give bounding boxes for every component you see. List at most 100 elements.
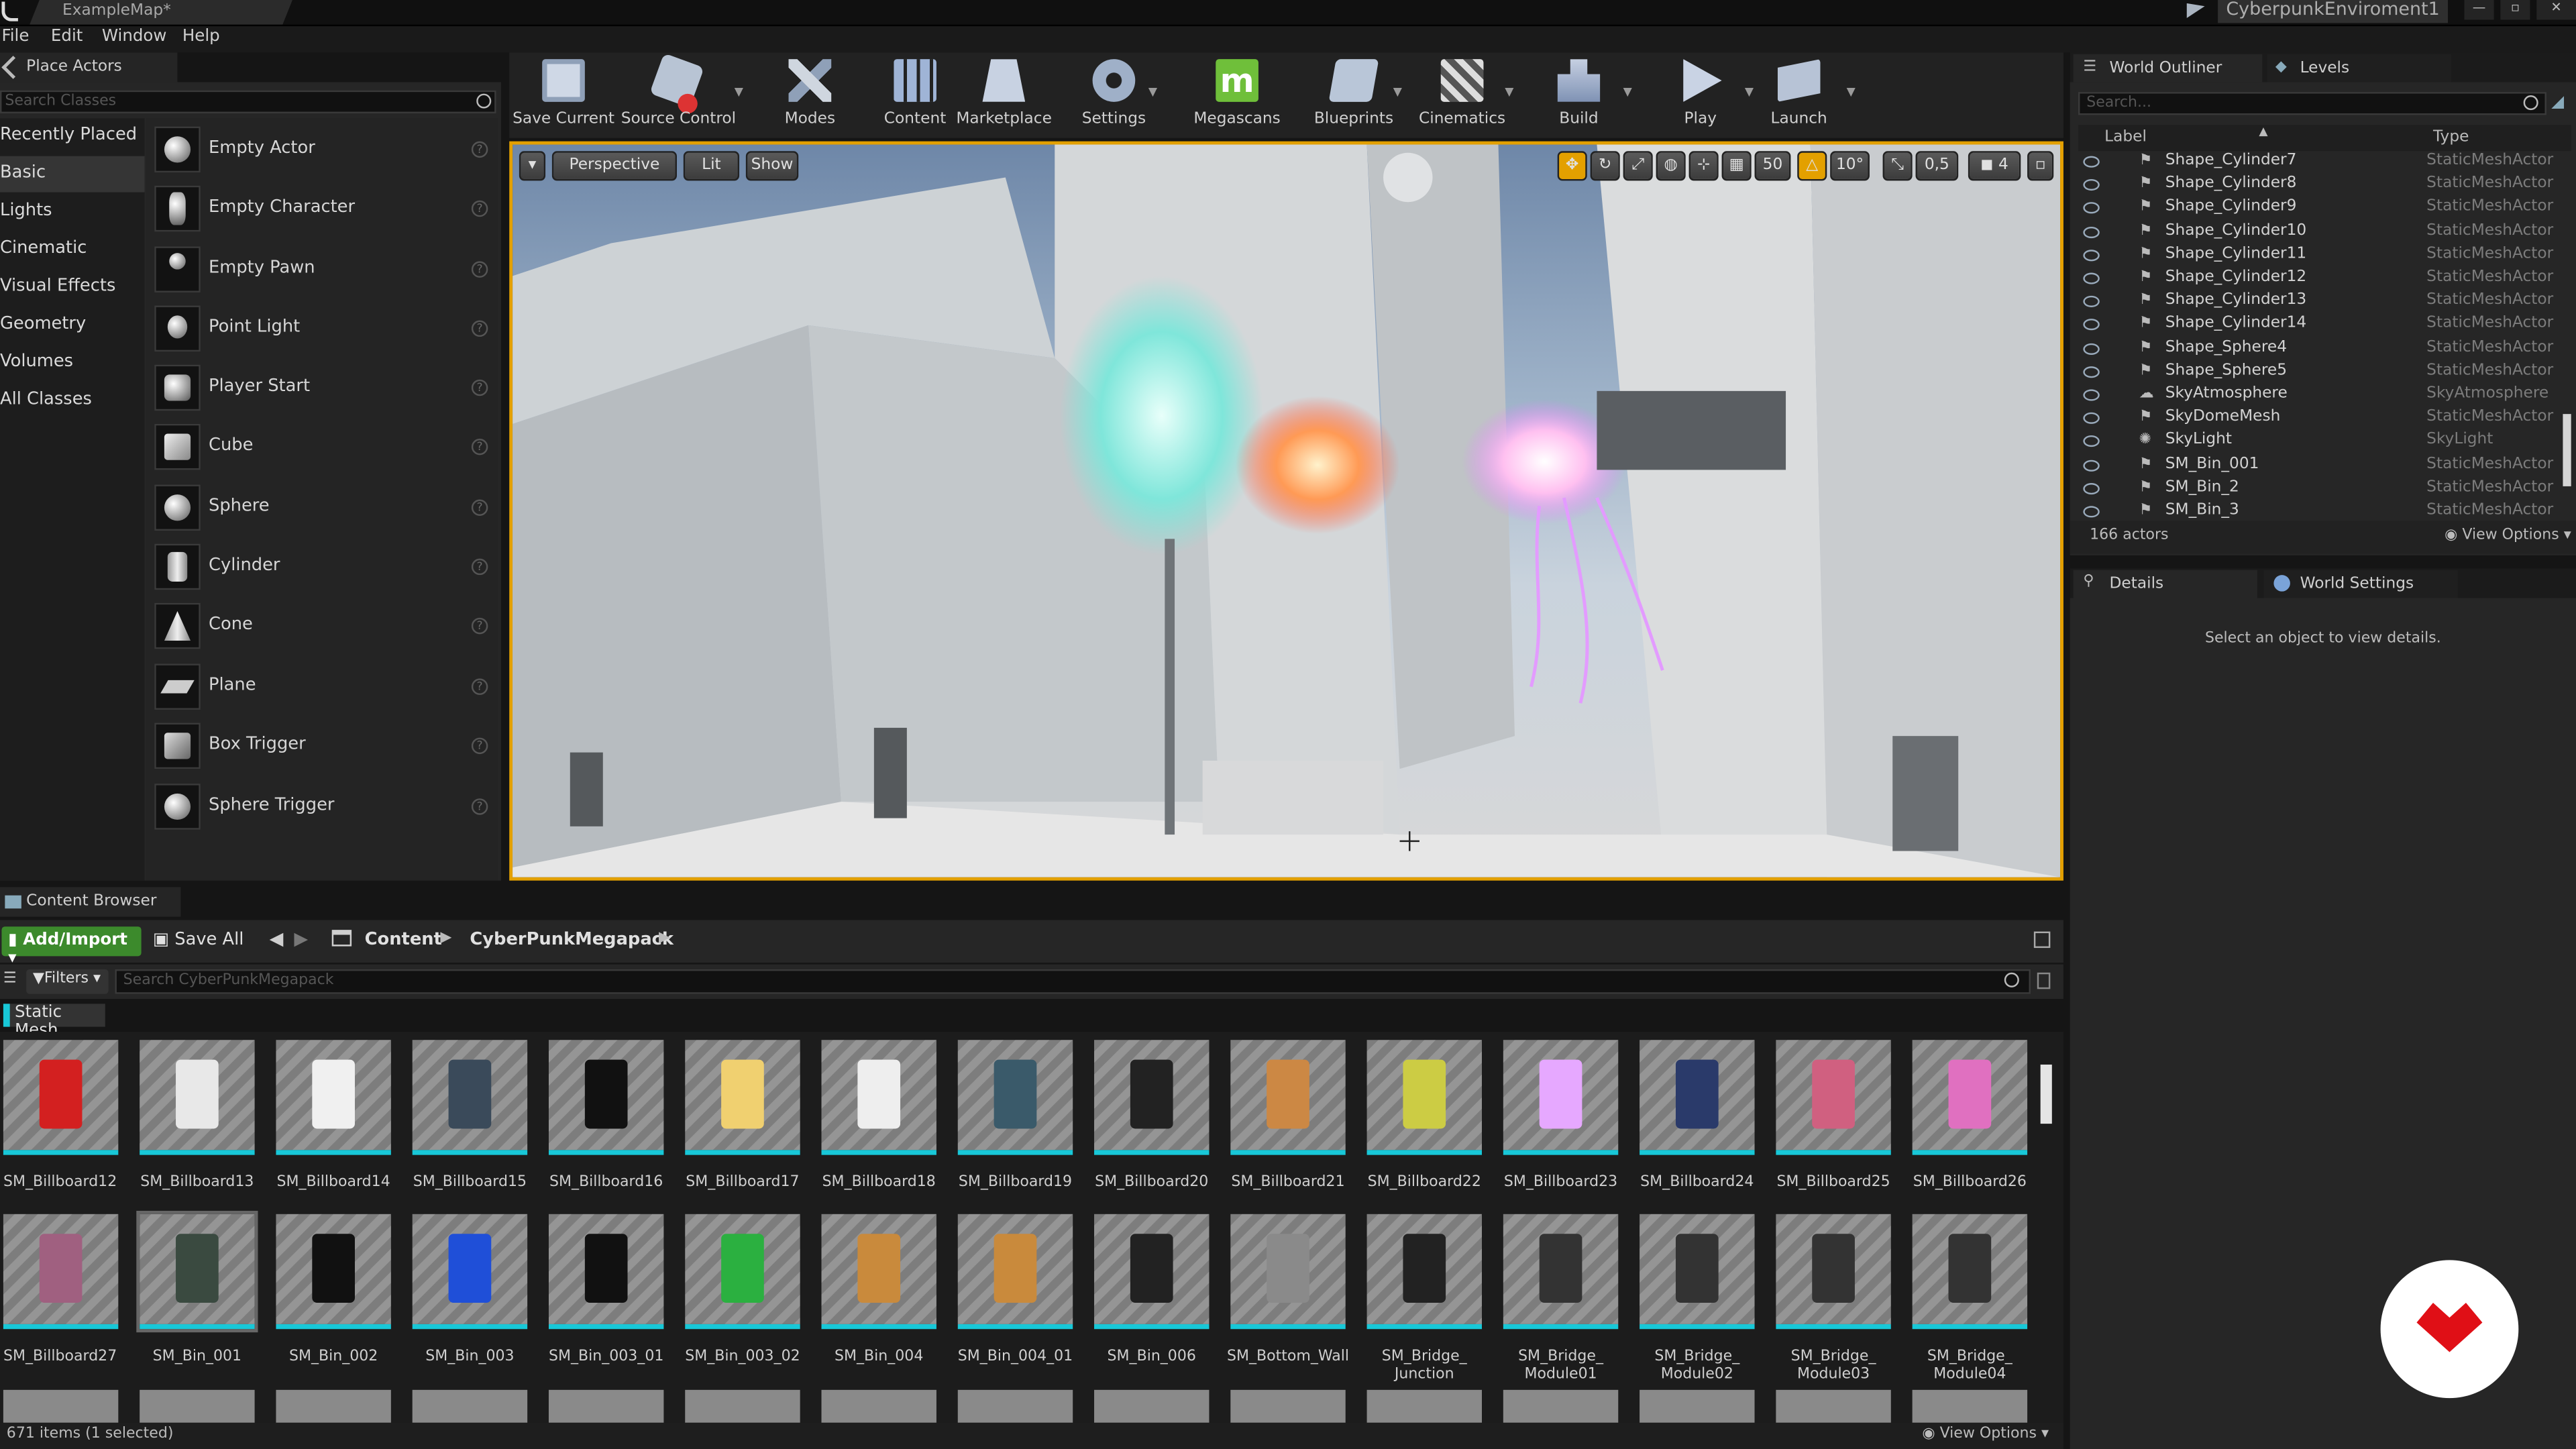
actor-item[interactable]: Empty Character? — [146, 180, 498, 236]
asset-thumbnail[interactable] — [1640, 1040, 1755, 1155]
asset-thumbnail[interactable] — [2, 1389, 118, 1423]
asset-thumbnail[interactable] — [412, 1214, 528, 1330]
visibility-eye-icon[interactable] — [2083, 413, 2100, 425]
outliner-row[interactable]: ⚑ SM_Bin_001 StaticMeshActor — [2078, 454, 2555, 478]
asset-thumbnail[interactable] — [1912, 1040, 2028, 1155]
help-icon[interactable]: ? — [471, 320, 488, 337]
category-cinematic[interactable]: Cinematic — [0, 231, 145, 268]
actor-item[interactable]: Empty Actor? — [146, 121, 498, 177]
marketplace-button[interactable]: Marketplace — [956, 56, 1052, 131]
asset-thumbnail[interactable] — [1230, 1389, 1346, 1423]
outliner-scrollbar[interactable] — [2563, 414, 2571, 486]
play-button[interactable]: Play — [1666, 56, 1735, 131]
asset-thumbnail[interactable] — [1366, 1214, 1482, 1330]
help-icon[interactable]: ? — [471, 737, 488, 755]
actor-item[interactable]: Player Start? — [146, 360, 498, 415]
category-volumes[interactable]: Volumes — [0, 345, 145, 381]
outliner-row[interactable]: ⚑ Shape_Sphere4 StaticMeshActor — [2078, 337, 2555, 361]
visibility-eye-icon[interactable] — [2083, 319, 2100, 331]
menu-edit[interactable]: Edit — [51, 28, 83, 46]
modes-button[interactable]: Modes — [769, 56, 851, 131]
visibility-eye-icon[interactable] — [2083, 342, 2100, 354]
visibility-eye-icon[interactable] — [2083, 272, 2100, 284]
help-icon[interactable]: ? — [471, 200, 488, 217]
outliner-row[interactable]: ⚑ Shape_Cylinder10 StaticMeshActor — [2078, 221, 2555, 245]
asset-thumbnail[interactable] — [140, 1040, 255, 1155]
actor-item[interactable]: Cube? — [146, 419, 498, 474]
category-basic[interactable]: Basic — [0, 156, 145, 193]
asset-thumbnail[interactable] — [1230, 1040, 1346, 1155]
map-tab[interactable]: ExampleMap* — [30, 0, 292, 25]
content-browser-tab[interactable]: Content Browser — [0, 887, 181, 917]
translate-icon[interactable]: ✥ — [1557, 151, 1587, 181]
tab-details[interactable]: ⚲ Details — [2073, 570, 2257, 598]
outliner-row[interactable]: ⚑ Shape_Cylinder13 StaticMeshActor — [2078, 291, 2555, 315]
asset-thumbnail[interactable] — [1776, 1389, 1891, 1423]
asset-thumbnail[interactable] — [412, 1040, 528, 1155]
asset-thumbnail[interactable] — [276, 1389, 391, 1423]
asset-thumbnail[interactable] — [2, 1040, 118, 1155]
chevron-down-icon[interactable]: ▼ — [735, 85, 743, 99]
cinematics-button[interactable]: Cinematics — [1416, 56, 1508, 131]
tab-world-settings[interactable]: World Settings — [2263, 570, 2458, 598]
asset-thumbnail[interactable] — [957, 1389, 1073, 1423]
scale-icon[interactable]: ⤢ — [1623, 151, 1653, 181]
blueprints-button[interactable]: Blueprints — [1311, 56, 1396, 131]
visibility-eye-icon[interactable] — [2083, 482, 2100, 494]
label-column-header[interactable]: Label — [2104, 128, 2147, 146]
settings-button[interactable]: Settings — [1075, 56, 1154, 131]
visibility-eye-icon[interactable] — [2083, 366, 2100, 378]
outliner-row[interactable]: ⚑ Shape_Sphere5 StaticMeshActor — [2078, 361, 2555, 384]
outliner-view-options[interactable]: ◉ View Options ▾ — [2445, 527, 2571, 543]
actor-item[interactable]: Empty Pawn? — [146, 241, 498, 297]
tab-levels[interactable]: ◆ Levels — [2267, 54, 2451, 83]
content-view-options[interactable]: ◉ View Options ▾ — [1922, 1426, 2049, 1442]
chevron-down-icon[interactable]: ▼ — [1393, 85, 1402, 99]
visibility-eye-icon[interactable] — [2083, 506, 2100, 518]
asset-thumbnail[interactable] — [1776, 1040, 1891, 1155]
save-all-button[interactable]: ▣ Save All — [153, 930, 244, 949]
asset-thumbnail[interactable] — [1094, 1389, 1210, 1423]
asset-thumbnail[interactable] — [821, 1214, 936, 1330]
scale-snap-value[interactable]: 0,5 — [1915, 151, 1959, 181]
visibility-eye-icon[interactable] — [2083, 459, 2100, 471]
asset-thumbnail[interactable] — [1094, 1214, 1210, 1330]
help-icon[interactable]: ? — [471, 558, 488, 576]
actor-item[interactable]: Box Trigger? — [146, 718, 498, 773]
outliner-row[interactable]: ⚑ Shape_Cylinder12 StaticMeshActor — [2078, 268, 2555, 291]
rotation-snap-icon[interactable]: △ — [1797, 151, 1827, 181]
asset-thumbnail[interactable] — [685, 1214, 800, 1330]
back-arrow-icon[interactable]: ◀ — [270, 928, 284, 950]
asset-thumbnail[interactable] — [2, 1214, 118, 1330]
help-icon[interactable]: ? — [471, 379, 488, 396]
menu-file[interactable]: File — [1, 28, 29, 46]
asset-thumbnail[interactable] — [276, 1214, 391, 1330]
place-actors-tab[interactable]: Place Actors — [0, 52, 178, 83]
forward-arrow-icon[interactable]: ▶ — [294, 928, 308, 950]
source-control-button[interactable]: Source Control — [621, 53, 736, 131]
asset-thumbnail[interactable] — [548, 1214, 664, 1330]
visibility-eye-icon[interactable] — [2083, 225, 2100, 238]
grid-size-value[interactable]: 50 — [1754, 151, 1791, 181]
visibility-eye-icon[interactable] — [2083, 156, 2100, 168]
search-classes-input[interactable]: Search Classes — [0, 90, 496, 113]
asset-thumbnail[interactable] — [548, 1389, 664, 1423]
outliner-row[interactable]: ⚑ Shape_Cylinder9 StaticMeshActor — [2078, 198, 2555, 221]
help-icon[interactable]: ? — [471, 438, 488, 455]
chevron-down-icon[interactable]: ▼ — [1505, 85, 1513, 99]
save-search-icon[interactable] — [2037, 972, 2051, 989]
actor-item[interactable]: Point Light? — [146, 301, 498, 356]
asset-thumbnail[interactable] — [1366, 1040, 1482, 1155]
perspective-button[interactable]: Perspective — [551, 151, 677, 181]
visibility-eye-icon[interactable] — [2083, 435, 2100, 448]
asset-thumbnail[interactable] — [1094, 1040, 1210, 1155]
breadcrumb-content[interactable]: Content — [365, 930, 442, 949]
static-mesh-filter-chip[interactable]: Static Mesh — [3, 1004, 105, 1040]
save-current-button[interactable]: Save Current — [513, 56, 614, 131]
surface-snap-icon[interactable]: ⊹ — [1688, 151, 1719, 181]
add-import-button[interactable]: ▮ Add/Import ▾ — [1, 926, 142, 967]
sources-toggle-icon[interactable]: ☰ — [3, 971, 17, 987]
outliner-row[interactable]: ⚑ Shape_Cylinder14 StaticMeshActor — [2078, 315, 2555, 338]
asset-thumbnail[interactable] — [821, 1040, 936, 1155]
maximize-viewport-icon[interactable]: ▫ — [2027, 151, 2054, 181]
